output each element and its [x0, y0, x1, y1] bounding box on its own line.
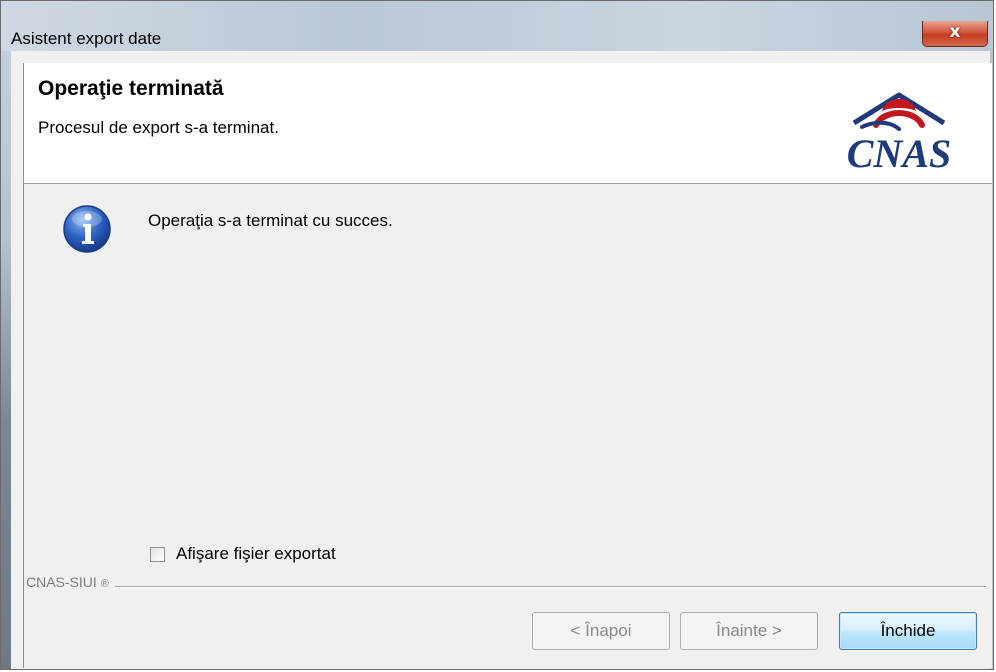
close-icon: x [949, 22, 961, 42]
next-button[interactable]: Înainte > [680, 612, 818, 650]
logo-text: CNAS [847, 131, 952, 173]
footer-separator [28, 586, 986, 588]
brand-label: CNAS-SIUI ® [26, 574, 115, 590]
close-window-button[interactable]: x [922, 21, 988, 47]
page-title: Operaţie terminată [38, 77, 224, 100]
cnas-logo: CNAS [847, 92, 952, 173]
circle-r-icon: ® [100, 578, 109, 590]
close-button[interactable]: Închide [839, 612, 977, 650]
brand-text: CNAS-SIUI [26, 574, 97, 590]
window-frame-left [1, 51, 11, 669]
wizard-header: Operaţie terminată Procesul de export s-… [23, 63, 992, 184]
status-message: Operaţia s-a terminat cu succes. [148, 211, 393, 230]
page-subtitle: Procesul de export s-a terminat. [38, 118, 279, 137]
window-title: Asistent export date [11, 29, 162, 48]
show-exported-file-label[interactable]: Afişare fişier exportat [176, 544, 336, 564]
export-wizard-window: Asistent export date x Operaţie terminat… [0, 0, 994, 670]
info-icon [63, 205, 111, 253]
show-exported-file-checkbox[interactable] [150, 546, 165, 562]
show-exported-file-option[interactable]: Afişare fişier exportat [150, 543, 336, 565]
wizard-content: Operaţia s-a terminat cu succes. Afişare… [23, 184, 992, 668]
back-button[interactable]: < Înapoi [532, 612, 670, 650]
title-bar[interactable]: Asistent export date x [1, 1, 993, 51]
